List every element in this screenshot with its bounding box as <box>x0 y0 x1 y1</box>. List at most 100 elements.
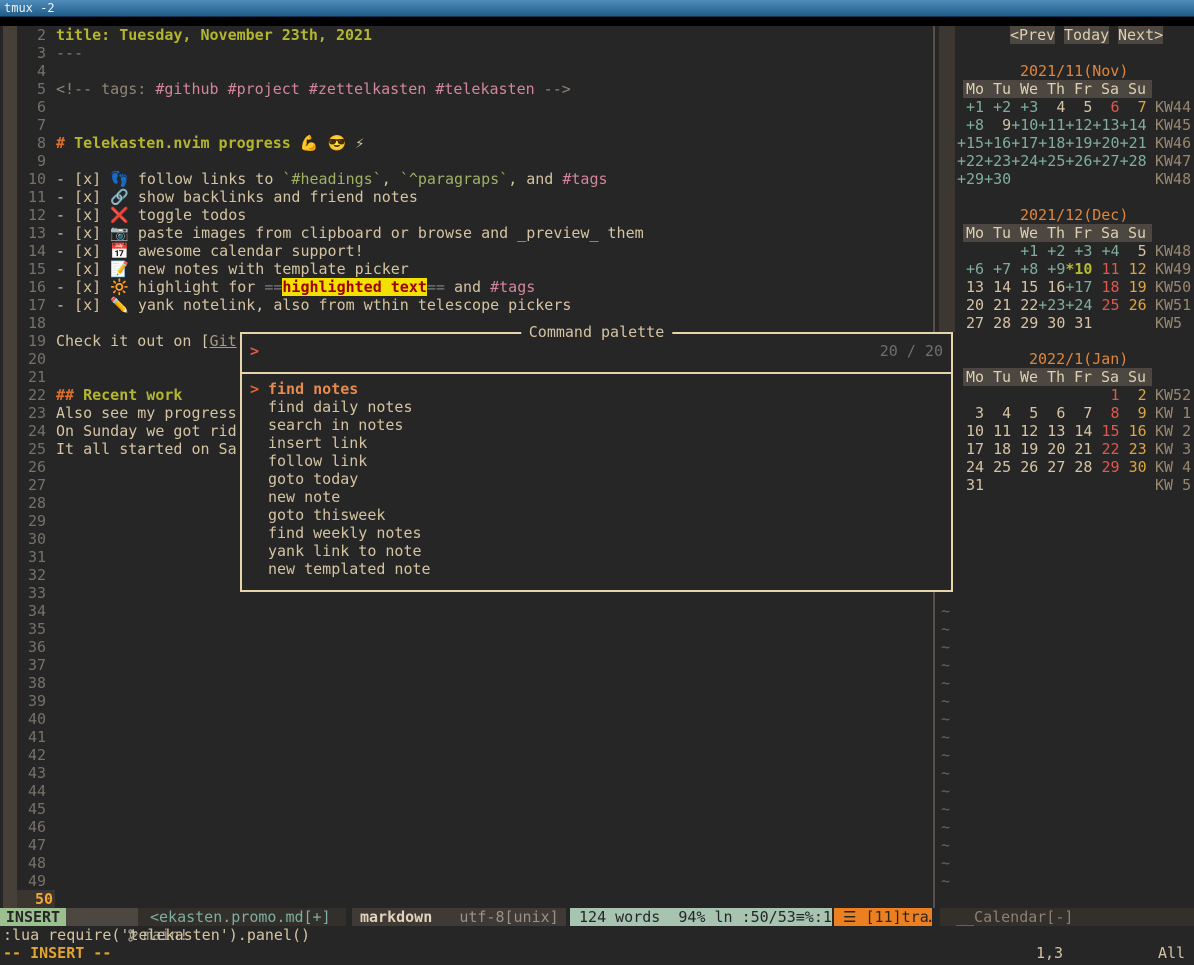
calendar-day[interactable]: 5 <box>1120 242 1147 260</box>
calendar-day[interactable]: +17 <box>1065 278 1092 296</box>
editor-line[interactable]: 13- [x] 📷 paste images from clipboard or… <box>0 224 930 242</box>
calendar-day[interactable]: 22 <box>1011 296 1038 314</box>
editor-line[interactable]: 48 <box>0 854 930 872</box>
editor-line[interactable]: 9 <box>0 152 930 170</box>
calendar-day[interactable]: 21 <box>984 296 1011 314</box>
calendar-day[interactable]: 12 <box>1120 260 1147 278</box>
calendar-day[interactable]: +24 <box>1011 152 1038 170</box>
calendar-day[interactable]: 19 <box>1011 440 1038 458</box>
calendar-day[interactable]: 23 <box>1120 440 1147 458</box>
calendar-day[interactable]: +11 <box>1038 116 1065 134</box>
editor-line[interactable]: 12- [x] ❌ toggle todos <box>0 206 930 224</box>
editor-line[interactable]: 40 <box>0 710 930 728</box>
calendar-day[interactable]: 28 <box>1065 458 1092 476</box>
calendar-day[interactable]: +3 <box>1011 98 1038 116</box>
editor-line[interactable]: 4 <box>0 62 930 80</box>
calendar-day[interactable]: +1 <box>1011 242 1038 260</box>
editor-line[interactable]: 35 <box>0 620 930 638</box>
editor-line[interactable]: 5<!-- tags: #github #project #zettelkast… <box>0 80 930 98</box>
editor-line[interactable]: 15- [x] 📝 new notes with template picker <box>0 260 930 278</box>
calendar-day[interactable]: 9 <box>984 116 1011 134</box>
calendar-day[interactable]: 4 <box>984 404 1011 422</box>
calendar-day[interactable]: *10 <box>1065 260 1092 278</box>
palette-item[interactable]: find weekly notes <box>242 524 951 542</box>
calendar-day[interactable]: 5 <box>1065 98 1092 116</box>
palette-prompt-input[interactable]: > <box>250 342 259 360</box>
calendar-day[interactable]: 18 <box>984 440 1011 458</box>
editor-line[interactable]: 39 <box>0 692 930 710</box>
editor-line[interactable]: 47 <box>0 836 930 854</box>
calendar-day[interactable]: +25 <box>1038 152 1065 170</box>
calendar-day[interactable]: 11 <box>984 422 1011 440</box>
calendar-day[interactable]: +14 <box>1120 116 1147 134</box>
editor-line[interactable]: 41 <box>0 728 930 746</box>
palette-item[interactable]: new note <box>242 488 951 506</box>
calendar-day[interactable]: 17 <box>957 440 984 458</box>
calendar-day[interactable]: +4 <box>1092 242 1119 260</box>
next-month-button[interactable]: Next> <box>1118 26 1163 44</box>
calendar-day[interactable]: 29 <box>1011 314 1038 332</box>
calendar-day[interactable]: +20 <box>1092 134 1119 152</box>
palette-item[interactable]: yank link to note <box>242 542 951 560</box>
calendar-day[interactable]: 16 <box>1038 278 1065 296</box>
prev-month-button[interactable]: <Prev <box>1010 26 1055 44</box>
editor-line[interactable]: 11- [x] 🔗 show backlinks and friend note… <box>0 188 930 206</box>
calendar-day[interactable]: 13 <box>957 278 984 296</box>
calendar-day[interactable]: +24 <box>1065 296 1092 314</box>
calendar-day[interactable]: 5 <box>1011 404 1038 422</box>
calendar-day[interactable]: 31 <box>1065 314 1092 332</box>
calendar-day[interactable]: +27 <box>1092 152 1119 170</box>
calendar-day[interactable]: 25 <box>1092 296 1119 314</box>
calendar-day[interactable]: +16 <box>984 134 1011 152</box>
calendar-day[interactable]: +7 <box>984 260 1011 278</box>
calendar-day[interactable]: 22 <box>1092 440 1119 458</box>
calendar-day[interactable]: +13 <box>1092 116 1119 134</box>
calendar-day[interactable]: +18 <box>1038 134 1065 152</box>
editor-line[interactable]: 17- [x] ✏️ yank notelink, also from wthi… <box>0 296 930 314</box>
editor-line[interactable]: 6 <box>0 98 930 116</box>
calendar-day[interactable]: +8 <box>1011 260 1038 278</box>
palette-item[interactable]: search in notes <box>242 416 951 434</box>
calendar-day[interactable]: 31 <box>957 476 984 494</box>
palette-item[interactable]: goto today <box>242 470 951 488</box>
calendar-day[interactable]: 30 <box>1038 314 1065 332</box>
calendar-day[interactable]: 3 <box>957 404 984 422</box>
calendar-day[interactable]: 7 <box>1065 404 1092 422</box>
calendar-day[interactable]: 15 <box>1092 422 1119 440</box>
calendar-day[interactable]: 16 <box>1120 422 1147 440</box>
calendar-day[interactable]: 25 <box>984 458 1011 476</box>
calendar-day[interactable]: 11 <box>1092 260 1119 278</box>
calendar-day[interactable]: +29 <box>957 170 984 188</box>
calendar-day[interactable]: 14 <box>1065 422 1092 440</box>
calendar-day[interactable]: 7 <box>1120 98 1147 116</box>
today-button[interactable]: Today <box>1064 26 1109 44</box>
calendar-day[interactable]: 9 <box>1120 404 1147 422</box>
editor-line[interactable]: 8# Telekasten.nvim progress 💪 😎 ⚡ <box>0 134 930 152</box>
calendar-day[interactable]: 27 <box>1038 458 1065 476</box>
calendar-day[interactable]: +3 <box>1065 242 1092 260</box>
calendar-day[interactable]: +12 <box>1065 116 1092 134</box>
calendar-day[interactable]: 20 <box>957 296 984 314</box>
palette-item[interactable]: follow link <box>242 452 951 470</box>
calendar-day[interactable]: +2 <box>984 98 1011 116</box>
calendar-day[interactable]: +19 <box>1065 134 1092 152</box>
calendar-day[interactable]: 12 <box>1011 422 1038 440</box>
calendar-day[interactable]: +6 <box>957 260 984 278</box>
calendar-day[interactable]: 28 <box>984 314 1011 332</box>
calendar-day[interactable]: 20 <box>1038 440 1065 458</box>
calendar-day[interactable]: 27 <box>957 314 984 332</box>
calendar-day[interactable]: 6 <box>1038 404 1065 422</box>
command-line[interactable]: :lua require('telekasten').panel() <box>3 926 310 944</box>
palette-item[interactable]: find daily notes <box>242 398 951 416</box>
calendar-day[interactable]: +30 <box>984 170 1011 188</box>
editor-line[interactable]: 18 <box>0 314 930 332</box>
palette-item[interactable]: insert link <box>242 434 951 452</box>
calendar-day[interactable]: 1 <box>1092 386 1119 404</box>
calendar-day[interactable]: +10 <box>1011 116 1038 134</box>
editor-line[interactable]: 16- [x] 🔆 highlight for ==highlighted te… <box>0 278 930 296</box>
calendar-day[interactable]: 10 <box>957 422 984 440</box>
editor-line[interactable]: 45 <box>0 800 930 818</box>
calendar-day[interactable]: +28 <box>1120 152 1147 170</box>
editor-line[interactable]: 7 <box>0 116 930 134</box>
calendar-day[interactable]: +1 <box>957 98 984 116</box>
